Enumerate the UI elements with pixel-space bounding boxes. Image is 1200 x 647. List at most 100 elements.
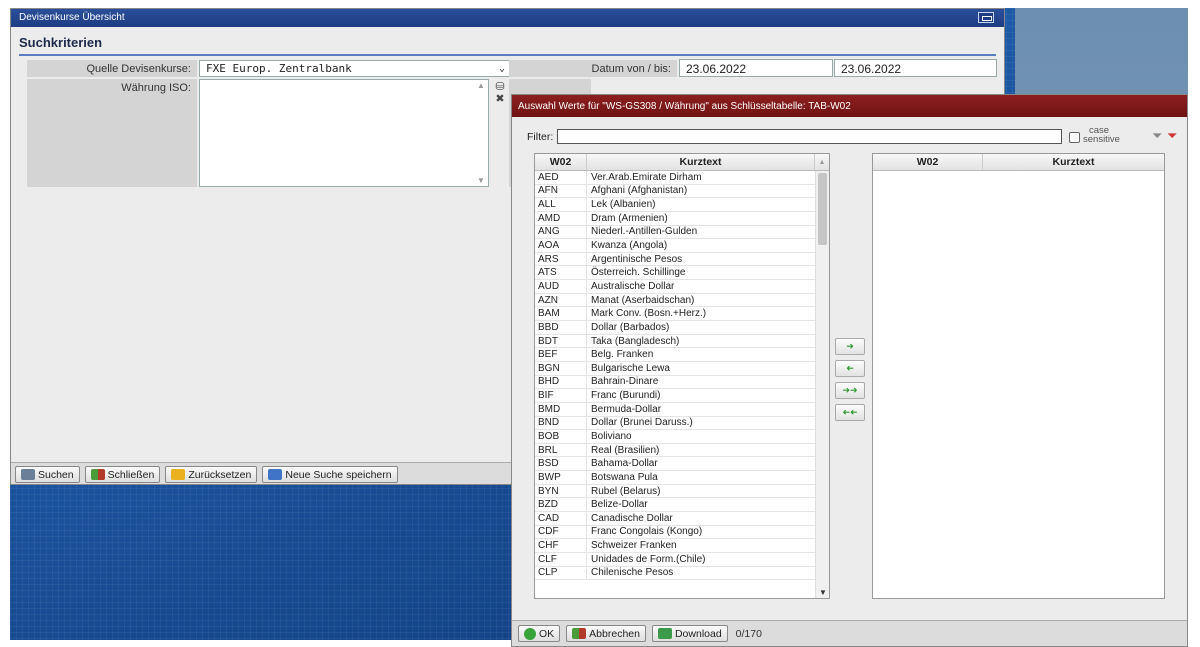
column-header-w02[interactable]: W02: [873, 154, 983, 170]
scroll-up-icon: ▲: [477, 81, 485, 90]
selection-counter: 0/170: [735, 627, 762, 640]
table-row[interactable]: BZD Belize-Dollar: [535, 498, 829, 513]
quelle-select[interactable]: FXE Europ. Zentralbank ⌄: [199, 60, 512, 77]
reset-arrow-icon: [171, 469, 186, 480]
cell-w02: BRL: [535, 443, 587, 457]
binoculars-icon[interactable]: ⛁: [493, 81, 507, 93]
cell-w02: CLF: [535, 552, 587, 566]
close-door-icon: [90, 469, 105, 480]
table-row[interactable]: BHD Bahrain-Dinare: [535, 375, 829, 390]
table-row[interactable]: BGN Bulgarische Lewa: [535, 361, 829, 376]
neue-suche-button[interactable]: Neue Suche speichern: [262, 466, 398, 483]
cell-kurztext: Unidades de Form.(Chile): [591, 553, 706, 565]
cell-w02: CLP: [535, 566, 587, 580]
table-row[interactable]: BEF Belg. Franken: [535, 348, 829, 362]
move-right-button[interactable]: ➜: [835, 338, 865, 355]
clear-icon[interactable]: ✖: [493, 93, 507, 105]
cell-w02: BEF: [535, 348, 587, 361]
table-row[interactable]: BBD Dollar (Barbados): [535, 321, 829, 335]
download-button[interactable]: Download: [651, 625, 728, 642]
table-row[interactable]: BWP Botswana Pula: [535, 471, 829, 485]
table-row[interactable]: ALL Lek (Albanien): [535, 198, 829, 212]
table-row[interactable]: CLP Chilenische Pesos: [535, 566, 829, 581]
table-row[interactable]: BOB Boliviano: [535, 430, 829, 444]
cell-w02: ALL: [535, 198, 587, 211]
move-all-left-button[interactable]: ➜➜: [835, 404, 865, 421]
schliessen-button[interactable]: Schließen: [84, 466, 161, 483]
cell-kurztext: Real (Brasilien): [591, 444, 660, 456]
scrollbar-thumb[interactable]: [818, 173, 827, 245]
table-row[interactable]: AFN Afghani (Afghanistan): [535, 184, 829, 199]
cell-kurztext: Bahrain-Dinare: [591, 376, 659, 388]
table-row[interactable]: CDF Franc Congolais (Kongo): [535, 525, 829, 540]
cell-kurztext: Argentinische Pesos: [591, 253, 683, 265]
filter-funnel-icon[interactable]: ⏷: [1152, 128, 1162, 144]
cell-kurztext: Taka (Bangladesch): [591, 335, 680, 347]
waehrung-textarea[interactable]: ▲ ▼: [199, 79, 489, 187]
cell-w02: ARS: [535, 252, 587, 266]
cell-w02: ANG: [535, 225, 587, 239]
cell-kurztext: Bahama-Dollar: [591, 458, 658, 470]
cell-w02: CDF: [535, 525, 587, 539]
cell-w02: BYN: [535, 484, 587, 498]
cell-kurztext: Niederl.-Antillen-Gulden: [591, 226, 698, 238]
table-row[interactable]: BRL Real (Brasilien): [535, 443, 829, 458]
table-row[interactable]: AED Ver.Arab.Emirate Dirham: [535, 171, 829, 185]
cell-kurztext: Mark Conv. (Bosn.+Herz.): [591, 308, 707, 320]
cell-w02: AED: [535, 171, 587, 184]
column-header-kurztext[interactable]: Kurztext: [587, 154, 815, 170]
table-row[interactable]: ANG Niederl.-Antillen-Gulden: [535, 225, 829, 240]
main-title-bar: Devisenkurse Übersicht: [11, 9, 1004, 27]
datum-from-input[interactable]: 23.06.2022: [679, 59, 833, 77]
cell-w02: ATS: [535, 266, 587, 280]
available-values-table: W02 Kurztext ▲ AED Ver.Arab.Emirate Dirha…: [534, 153, 830, 599]
table-row[interactable]: BSD Bahama-Dollar: [535, 457, 829, 472]
waehrung-scrollbar[interactable]: ▲ ▼: [475, 81, 487, 185]
cell-w02: BOB: [535, 430, 587, 443]
cell-w02: AMD: [535, 211, 587, 225]
column-header-w02[interactable]: W02: [535, 154, 587, 170]
clear-filter-icon[interactable]: ⏷: [1167, 128, 1177, 144]
neue-suche-label: Neue Suche speichern: [285, 468, 392, 481]
cell-w02: BND: [535, 416, 587, 430]
move-left-button[interactable]: ➜: [835, 360, 865, 377]
table-row[interactable]: AMD Dram (Armenien): [535, 211, 829, 226]
column-header-kurztext[interactable]: Kurztext: [983, 154, 1164, 170]
table-row[interactable]: CLF Unidades de Form.(Chile): [535, 552, 829, 567]
filter-input[interactable]: [557, 129, 1063, 144]
cell-w02: CAD: [535, 512, 587, 525]
datum-to-input[interactable]: 23.06.2022: [834, 59, 997, 77]
move-buttons: ➜ ➜ ➜➜ ➜➜: [835, 338, 865, 421]
cell-w02: BAM: [535, 307, 587, 321]
scroll-down-icon[interactable]: ▼: [819, 588, 827, 597]
scroll-down-icon: ▼: [477, 176, 485, 185]
abbrechen-label: Abbrechen: [589, 627, 640, 640]
waehrung-actions: ⛁ ✖: [493, 81, 507, 105]
table-body: AED Ver.Arab.Emirate Dirham AFN Afghani (Af…: [535, 171, 829, 581]
table-row[interactable]: ARS Argentinische Pesos: [535, 252, 829, 267]
table-row[interactable]: BIF Franc (Burundi): [535, 389, 829, 403]
table-row[interactable]: CHF Schweizer Franken: [535, 539, 829, 553]
cell-w02: AOA: [535, 239, 587, 252]
suchen-button[interactable]: Suchen: [15, 466, 80, 483]
table-row[interactable]: BMD Bermuda-Dollar: [535, 402, 829, 417]
cell-kurztext: Manat (Aserbaidschan): [591, 294, 695, 306]
case-sensitive-checkbox[interactable]: [1069, 132, 1080, 143]
table-row[interactable]: BAM Mark Conv. (Bosn.+Herz.): [535, 307, 829, 322]
table-row[interactable]: BYN Rubel (Belarus): [535, 484, 829, 499]
table-row[interactable]: AZN Manat (Aserbaidschan): [535, 293, 829, 308]
abbrechen-button[interactable]: Abbrechen: [566, 625, 646, 642]
table-row[interactable]: AUD Australische Dollar: [535, 280, 829, 294]
table-row[interactable]: BDT Taka (Bangladesch): [535, 334, 829, 349]
table-scrollbar[interactable]: ▼: [815, 171, 829, 598]
table-row[interactable]: ATS Österreich. Schillinge: [535, 266, 829, 281]
table-row[interactable]: AOA Kwanza (Angola): [535, 239, 829, 253]
scroll-up-icon[interactable]: ▲: [815, 154, 829, 170]
zuruecksetzen-button[interactable]: Zurücksetzen: [165, 466, 258, 483]
case-sensitive-label: case sensitive: [1083, 126, 1120, 145]
move-all-right-button[interactable]: ➜➜: [835, 382, 865, 399]
table-row[interactable]: CAD Canadische Dollar: [535, 512, 829, 526]
ok-button[interactable]: OK: [518, 625, 561, 642]
maximize-button[interactable]: [978, 12, 994, 23]
table-row[interactable]: BND Dollar (Brunei Daruss.): [535, 416, 829, 431]
